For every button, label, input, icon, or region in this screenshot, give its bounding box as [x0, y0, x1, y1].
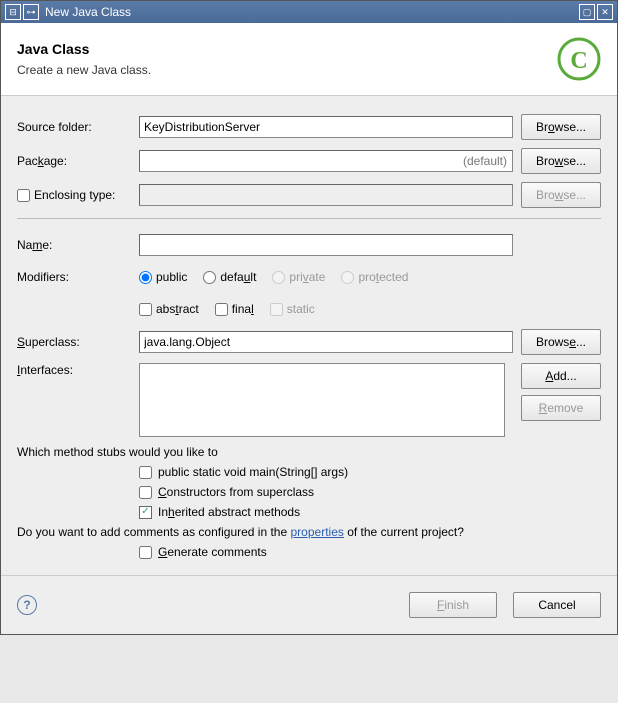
footer: ? Finish Cancel: [1, 575, 617, 634]
titlebar-right: ▢ ✕: [579, 4, 613, 20]
source-folder-label: Source folder:: [17, 120, 139, 134]
pin-icon[interactable]: ⊶: [23, 4, 39, 20]
radio-protected: protected: [341, 270, 408, 284]
package-input[interactable]: [139, 150, 513, 172]
stub-inherited-label: Inherited abstract methods: [158, 505, 300, 519]
interfaces-remove-button: Remove: [521, 395, 601, 421]
finish-button: Finish: [409, 592, 497, 618]
modifiers-row-2: abstract final static: [17, 297, 601, 321]
window-menu-icon[interactable]: ⊟: [5, 4, 21, 20]
check-abstract[interactable]: abstract: [139, 302, 199, 316]
radio-public[interactable]: public: [139, 270, 187, 284]
superclass-input[interactable]: [139, 331, 513, 353]
name-label: Name:: [17, 238, 139, 252]
check-final[interactable]: final: [215, 302, 254, 316]
class-icon: C: [557, 37, 601, 81]
close-icon[interactable]: ✕: [597, 4, 613, 20]
titlebar-left: ⊟ ⊶: [5, 4, 39, 20]
name-row: Name:: [17, 233, 601, 257]
package-row: Package: (default) Browse...: [17, 148, 601, 174]
help-icon[interactable]: ?: [17, 595, 37, 615]
enclosing-type-input: [139, 184, 513, 206]
generate-comments-label: Generate comments: [158, 545, 267, 559]
interfaces-label: Interfaces:: [17, 363, 139, 377]
enclosing-type-row: Enclosing type: Browse...: [17, 182, 601, 208]
stubs-question: Which method stubs would you like to: [17, 445, 601, 459]
properties-link[interactable]: properties: [291, 525, 344, 539]
cancel-button[interactable]: Cancel: [513, 592, 601, 618]
separator: [17, 218, 601, 219]
superclass-browse-button[interactable]: Browse...: [521, 329, 601, 355]
window-title: New Java Class: [45, 5, 131, 19]
superclass-label: Superclass:: [17, 335, 139, 349]
maximize-icon[interactable]: ▢: [579, 4, 595, 20]
stub-constructors-label: Constructors from superclass: [158, 485, 314, 499]
generate-comments-checkbox[interactable]: [139, 546, 152, 559]
form-content: Source folder: Browse... Package: (defau…: [1, 96, 617, 575]
source-folder-row: Source folder: Browse...: [17, 114, 601, 140]
stub-main-label: public static void main(String[] args): [158, 465, 348, 479]
stub-main-row: public static void main(String[] args): [139, 465, 601, 479]
header-text: Java Class Create a new Java class.: [17, 41, 151, 77]
svg-text:C: C: [570, 48, 587, 74]
titlebar[interactable]: ⊟ ⊶ New Java Class ▢ ✕: [1, 1, 617, 23]
interfaces-list[interactable]: [139, 363, 505, 437]
radio-private: private: [272, 270, 325, 284]
generate-comments-row: Generate comments: [139, 545, 601, 559]
interfaces-row: Interfaces: Add... Remove: [17, 363, 601, 437]
name-input[interactable]: [139, 234, 513, 256]
dialog-title: Java Class: [17, 41, 151, 57]
superclass-row: Superclass: Browse...: [17, 329, 601, 355]
stub-inherited-row: ✓ Inherited abstract methods: [139, 505, 601, 519]
enclosing-type-label: Enclosing type:: [34, 188, 115, 202]
modifiers-row-1: Modifiers: public default private protec…: [17, 265, 601, 289]
stub-constructors-row: Constructors from superclass: [139, 485, 601, 499]
stub-constructors-checkbox[interactable]: [139, 486, 152, 499]
stub-inherited-checkbox[interactable]: ✓: [139, 506, 152, 519]
stub-main-checkbox[interactable]: [139, 466, 152, 479]
source-folder-input[interactable]: [139, 116, 513, 138]
interfaces-add-button[interactable]: Add...: [521, 363, 601, 389]
header-banner: Java Class Create a new Java class. C: [1, 23, 617, 96]
check-static: static: [270, 302, 315, 316]
dialog-subtitle: Create a new Java class.: [17, 63, 151, 77]
package-browse-button[interactable]: Browse...: [521, 148, 601, 174]
dialog-window: ⊟ ⊶ New Java Class ▢ ✕ Java Class Create…: [0, 0, 618, 635]
comments-question: Do you want to add comments as configure…: [17, 525, 601, 539]
modifiers-label: Modifiers:: [17, 270, 139, 284]
enclosing-type-checkbox[interactable]: [17, 189, 30, 202]
package-label: Package:: [17, 154, 139, 168]
radio-default[interactable]: default: [203, 270, 256, 284]
enclosing-type-browse-button: Browse...: [521, 182, 601, 208]
source-folder-browse-button[interactable]: Browse...: [521, 114, 601, 140]
